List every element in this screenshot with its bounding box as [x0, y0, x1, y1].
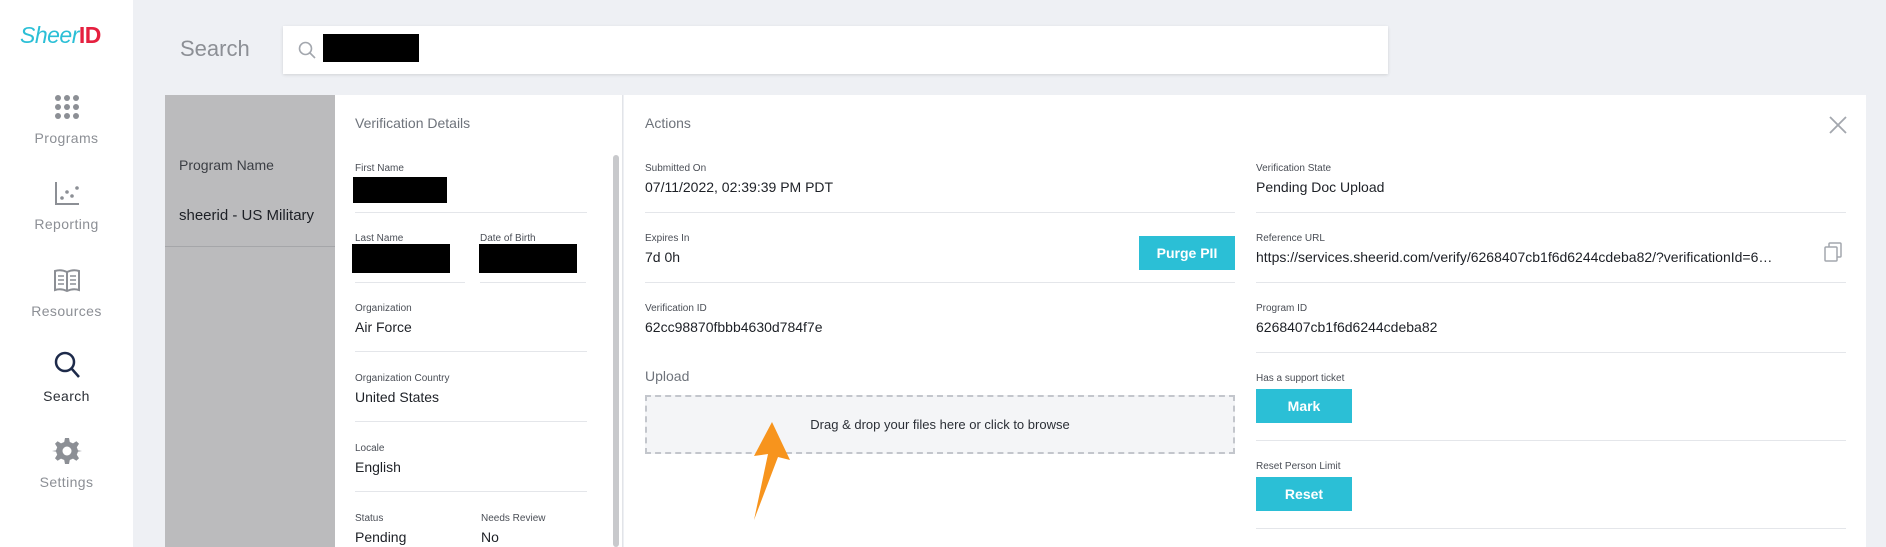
- last-name-label: Last Name: [355, 233, 404, 244]
- sidebar-item-resources[interactable]: Resources: [0, 265, 133, 319]
- verification-id-value: 62cc98870fbbb4630d784f7e: [645, 319, 823, 335]
- divider: [165, 246, 335, 247]
- locale-label: Locale: [355, 443, 385, 454]
- sidebar-item-settings[interactable]: Settings: [0, 436, 133, 490]
- needs-review-value: No: [481, 529, 499, 545]
- search-input[interactable]: [283, 26, 1388, 74]
- divider: [1256, 212, 1846, 213]
- divider: [1256, 440, 1846, 441]
- divider: [355, 421, 587, 422]
- chart-icon: [54, 182, 79, 205]
- verification-state-value: Pending Doc Upload: [1256, 179, 1385, 195]
- search-icon: [54, 351, 80, 378]
- needs-review-label: Needs Review: [481, 513, 546, 524]
- upload-label: Upload: [645, 368, 690, 384]
- book-icon: [53, 269, 80, 293]
- divider: [1256, 282, 1846, 283]
- program-panel: Program Name sheerid - US Military: [165, 95, 335, 547]
- sidebar-item-label: Reporting: [34, 216, 99, 232]
- organization-value: Air Force: [355, 319, 412, 335]
- program-name-header: Program Name: [179, 157, 274, 173]
- sidebar-item-label: Resources: [31, 303, 102, 319]
- redacted-date-of-birth: [479, 244, 577, 273]
- annotation-arrow-icon: [754, 422, 790, 520]
- redacted-last-name: [352, 244, 450, 273]
- sidebar-item-reporting[interactable]: Reporting: [0, 178, 133, 232]
- organization-label: Organization: [355, 303, 412, 314]
- sidebar: SheerID Programs Reporting Resources Sea…: [0, 0, 133, 547]
- program-id-value: 6268407cb1f6d6244cdeba82: [1256, 319, 1438, 335]
- sidebar-item-programs[interactable]: Programs: [0, 92, 133, 146]
- divider: [1256, 528, 1846, 529]
- program-name-value[interactable]: sheerid - US Military: [179, 207, 314, 224]
- date-of-birth-label: Date of Birth: [480, 233, 536, 244]
- expires-in-label: Expires In: [645, 233, 690, 244]
- sidebar-item-search[interactable]: Search: [0, 350, 133, 404]
- sidebar-item-label: Settings: [39, 474, 94, 490]
- reference-url-value[interactable]: https://services.sheerid.com/verify/6268…: [1256, 249, 1796, 265]
- panel-title: Actions: [645, 115, 691, 131]
- file-dropzone[interactable]: Drag & drop your files here or click to …: [645, 395, 1235, 454]
- divider: [1256, 352, 1846, 353]
- locale-value: English: [355, 459, 401, 475]
- expires-in-value: 7d 0h: [645, 249, 681, 265]
- support-ticket-label: Has a support ticket: [1256, 373, 1345, 384]
- first-name-label: First Name: [355, 163, 404, 174]
- divider: [355, 212, 587, 213]
- grid-icon: [54, 95, 79, 119]
- reset-button[interactable]: Reset: [1256, 477, 1352, 511]
- divider: [645, 282, 1235, 283]
- gear-icon: [51, 438, 82, 464]
- program-id-label: Program ID: [1256, 303, 1308, 314]
- reference-url-label: Reference URL: [1256, 233, 1325, 244]
- actions-panel: Actions Submitted On 07/11/2022, 02:39:3…: [624, 95, 1866, 547]
- organization-country-value: United States: [355, 389, 440, 405]
- sidebar-item-label: Programs: [34, 130, 99, 146]
- verification-id-label: Verification ID: [645, 303, 707, 314]
- reset-person-limit-label: Reset Person Limit: [1256, 461, 1341, 472]
- verification-details-panel: Verification Details First Name Last Nam…: [335, 95, 623, 547]
- submitted-on-value: 07/11/2022, 02:39:39 PM PDT: [645, 179, 834, 195]
- organization-country-label: Organization Country: [355, 373, 450, 384]
- purge-pii-button[interactable]: Purge PII: [1139, 236, 1235, 270]
- logo-text: Sheer: [20, 22, 79, 48]
- redacted-first-name: [353, 177, 447, 203]
- mark-button[interactable]: Mark: [1256, 389, 1352, 423]
- panel-title: Verification Details: [355, 115, 471, 131]
- page-title: Search: [180, 36, 250, 61]
- divider: [480, 282, 586, 283]
- submitted-on-label: Submitted On: [645, 163, 707, 174]
- status-value: Pending: [355, 529, 407, 545]
- close-icon[interactable]: [1828, 115, 1848, 135]
- status-label: Status: [355, 513, 384, 524]
- sheerid-logo[interactable]: SheerID: [20, 22, 101, 49]
- copy-icon[interactable]: [1822, 241, 1844, 263]
- divider: [355, 351, 587, 352]
- logo-id: ID: [78, 22, 102, 48]
- divider: [645, 212, 1235, 213]
- redacted-search-value: [323, 34, 419, 62]
- scrollbar[interactable]: [613, 155, 619, 547]
- verification-state-label: Verification State: [1256, 163, 1332, 174]
- sidebar-item-label: Search: [43, 388, 90, 404]
- divider: [355, 282, 465, 283]
- divider: [355, 491, 587, 492]
- search-icon: [298, 41, 316, 59]
